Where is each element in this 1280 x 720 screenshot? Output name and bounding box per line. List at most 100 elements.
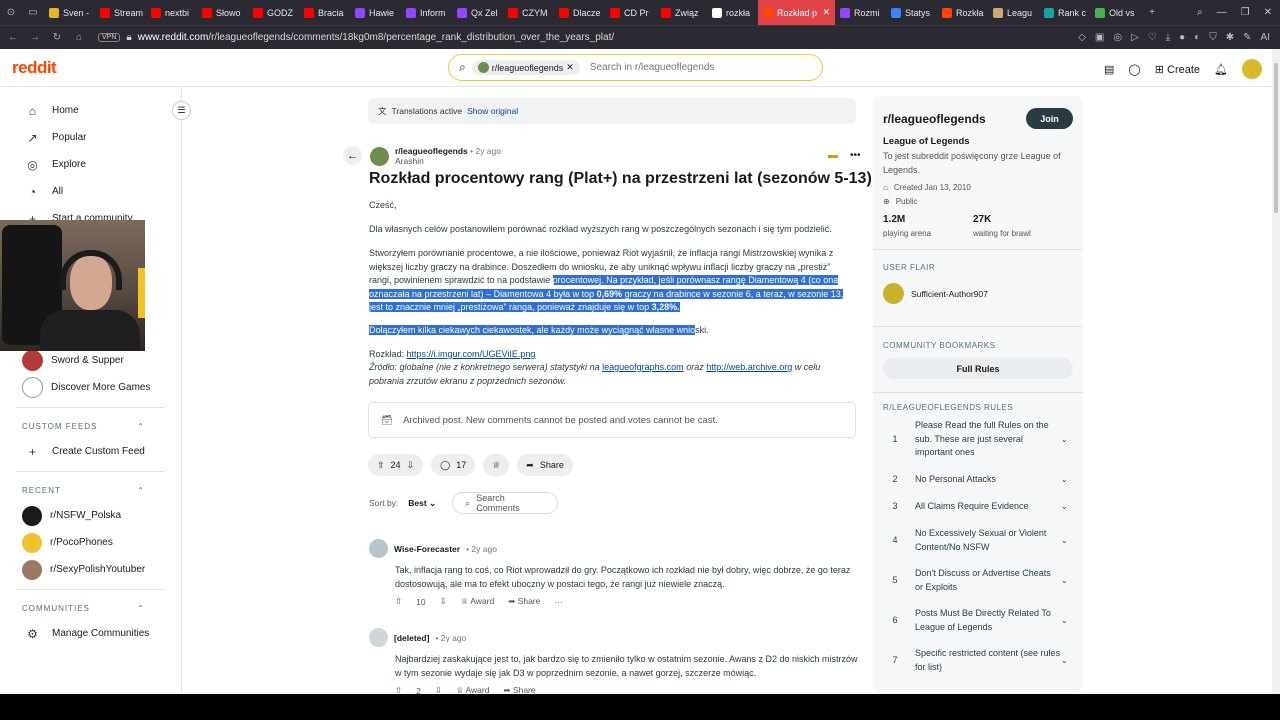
rule-item[interactable]: 4 No Excessively Sexual or Violent Conten…	[883, 527, 1075, 554]
search-input[interactable]: Search in r/leagueoflegends	[590, 62, 715, 73]
close-window-icon[interactable]: ✕	[1264, 7, 1272, 18]
create-custom-feed[interactable]: + Create Custom Feed	[0, 438, 181, 465]
back-nav-icon[interactable]: ←	[4, 32, 22, 43]
browser-tab[interactable]: CZYM	[503, 0, 554, 25]
sidebar-item-all[interactable]: ◔ All	[0, 178, 181, 205]
browser-tab[interactable]: CD Pr	[605, 0, 656, 25]
sidebar-game[interactable]: Sword & Supper	[0, 347, 181, 374]
ai-button[interactable]: AI	[1261, 32, 1270, 43]
page-scrollbar[interactable]	[1272, 49, 1280, 694]
chat-icon[interactable]: ◯	[1128, 63, 1140, 76]
sidebar-item-home[interactable]: ⌂ Home	[0, 97, 181, 124]
reload-icon[interactable]: ↻	[48, 32, 66, 43]
search-bar[interactable]: ⌕ r/leagueoflegends ✕ Search in r/league…	[448, 54, 823, 81]
rule-item[interactable]: 5 Don't Discuss or Advertise Cheats or Ex…	[883, 567, 1075, 594]
sidebar-item-popular[interactable]: ↗ Popular	[0, 124, 181, 151]
browser-tab[interactable]: Słowo	[197, 0, 248, 25]
reddit-logo[interactable]: reddit	[12, 58, 57, 78]
url-field[interactable]: www.reddit.com/r/leagueoflegends/comment…	[138, 32, 1078, 43]
browser-tab[interactable]: Bracia	[299, 0, 350, 25]
profile-icon[interactable]: ●	[1179, 32, 1185, 43]
forward-nav-icon[interactable]: →	[26, 32, 44, 43]
search-comments-input[interactable]: ⌕ Search Comments	[452, 492, 559, 514]
screenshot-icon[interactable]: ▣	[1095, 32, 1104, 43]
collapse-sidebar-button[interactable]: ☰	[172, 101, 191, 120]
rule-item[interactable]: 7 Specific restricted content (see rules …	[883, 647, 1075, 674]
custom-feeds-header[interactable]: CUSTOM FEEDS ⌃	[0, 414, 181, 438]
download-icon[interactable]: ⤓	[1166, 32, 1170, 43]
more-options-icon[interactable]: ···	[554, 597, 563, 607]
show-original-link[interactable]: Show original	[467, 106, 518, 116]
rule-item[interactable]: 6 Posts Must Be Directly Related To Leagu…	[883, 607, 1075, 634]
recent-subreddit[interactable]: r/PocoPhones	[0, 529, 181, 556]
user-avatar[interactable]	[1242, 59, 1262, 79]
minimize-icon[interactable]: —	[1217, 7, 1227, 18]
more-options-icon[interactable]: •••	[850, 150, 861, 161]
notifications-icon[interactable]: 🔔︎	[1214, 63, 1228, 76]
bookmark-icon[interactable]: ◇	[1078, 32, 1086, 43]
browser-tab[interactable]: Rozmi	[835, 0, 886, 25]
scrollbar-thumb[interactable]	[1274, 63, 1278, 213]
imgur-link[interactable]: https://i.imgur.com/UGEViIE.png	[407, 349, 536, 359]
browser-tab[interactable]: GODZ	[248, 0, 299, 25]
downvote-icon[interactable]: ⇩	[407, 460, 415, 471]
browser-tab[interactable]: Sven -	[44, 0, 95, 25]
browser-tab[interactable]: rozkła	[707, 0, 758, 25]
recent-subreddit[interactable]: r/NSFW_Polska	[0, 502, 181, 529]
leagueofgraphs-link[interactable]: leagueofgraphs.com	[602, 362, 684, 372]
comment-user[interactable]: Wise-Forecaster	[394, 544, 460, 554]
award-button[interactable]: ♕	[483, 454, 510, 476]
browser-tab[interactable]: Stream	[95, 0, 146, 25]
comment-avatar[interactable]	[369, 539, 388, 558]
subreddit-link[interactable]: r/leagueoflegends	[395, 146, 468, 156]
webarchive-link[interactable]: http://web.archive.org	[706, 362, 792, 372]
upvote-icon[interactable]: ⇧	[395, 596, 402, 607]
post-author[interactable]: Arashin	[395, 156, 501, 166]
communities-header[interactable]: COMMUNITIES ⌃	[0, 596, 181, 620]
heart-icon[interactable]: ♡	[1148, 32, 1157, 43]
pen-icon[interactable]: ✎	[1243, 32, 1251, 43]
browser-tab[interactable]: Leagu	[988, 0, 1039, 25]
new-tab-button[interactable]: +	[1141, 0, 1163, 25]
manage-communities[interactable]: ⚙ Manage Communities	[0, 620, 181, 647]
browser-tab[interactable]: Old vs	[1090, 0, 1141, 25]
create-button[interactable]: ⊞ Create	[1155, 63, 1200, 76]
subreddit-avatar[interactable]	[370, 146, 389, 166]
vpn-badge[interactable]: VPN	[98, 33, 121, 42]
downvote-icon[interactable]: ⇩	[440, 596, 447, 607]
comment-user[interactable]: [deleted]	[394, 633, 429, 643]
comment-avatar[interactable]	[369, 628, 388, 647]
share-button[interactable]: ➦ Share	[508, 596, 540, 607]
tab-close-icon[interactable]: ✕	[822, 7, 830, 18]
user-flair[interactable]: Sufficient-Author907	[883, 283, 988, 304]
search-subreddit-chip[interactable]: r/leagueoflegends ✕	[471, 60, 580, 75]
sidebar-item-explore[interactable]: ◎ Explore	[0, 151, 181, 178]
rule-item[interactable]: 1 Please Read the full Rules on the sub. …	[883, 419, 1075, 460]
browser-tab[interactable]: Statys	[886, 0, 937, 25]
share-button[interactable]: ➦ Share	[517, 454, 573, 476]
back-button[interactable]: ←	[343, 146, 362, 165]
extension-icon[interactable]: ◐	[1194, 32, 1200, 43]
chip-close-icon[interactable]: ✕	[566, 62, 574, 73]
browser-tab[interactable]: nextbi	[146, 0, 197, 25]
recent-header[interactable]: RECENT ⌃	[0, 478, 181, 502]
award-button[interactable]: ♕ Award	[461, 596, 494, 607]
browser-tab[interactable]: Rozkład p ✕	[758, 0, 835, 25]
browser-tab[interactable]: Dlacze	[554, 0, 605, 25]
home-nav-icon[interactable]: ⌂	[70, 32, 88, 43]
shield-icon[interactable]: ⛉	[1209, 32, 1217, 43]
tab-list-icon[interactable]: ▭	[22, 0, 44, 25]
rule-item[interactable]: 3 All Claims Require Evidence ⌄	[883, 500, 1075, 514]
browser-menu-icon[interactable]: ⊙	[0, 0, 22, 25]
browser-tab[interactable]: Inform	[401, 0, 452, 25]
sidebar-game[interactable]: Discover More Games	[0, 374, 181, 401]
maximize-icon[interactable]: ❐	[1241, 7, 1250, 18]
play-icon[interactable]: ▷	[1131, 32, 1139, 43]
camera-icon[interactable]: ◎	[1113, 32, 1122, 43]
puzzle-icon[interactable]: ✱	[1226, 32, 1234, 43]
browser-tab[interactable]: Rank c	[1039, 0, 1090, 25]
award-icon[interactable]: ▬	[828, 150, 838, 161]
browser-tab[interactable]: Qx Zel	[452, 0, 503, 25]
search-tabs-icon[interactable]: ⌕	[1197, 7, 1203, 18]
recent-subreddit[interactable]: r/SexyPolishYoutuber	[0, 556, 181, 583]
